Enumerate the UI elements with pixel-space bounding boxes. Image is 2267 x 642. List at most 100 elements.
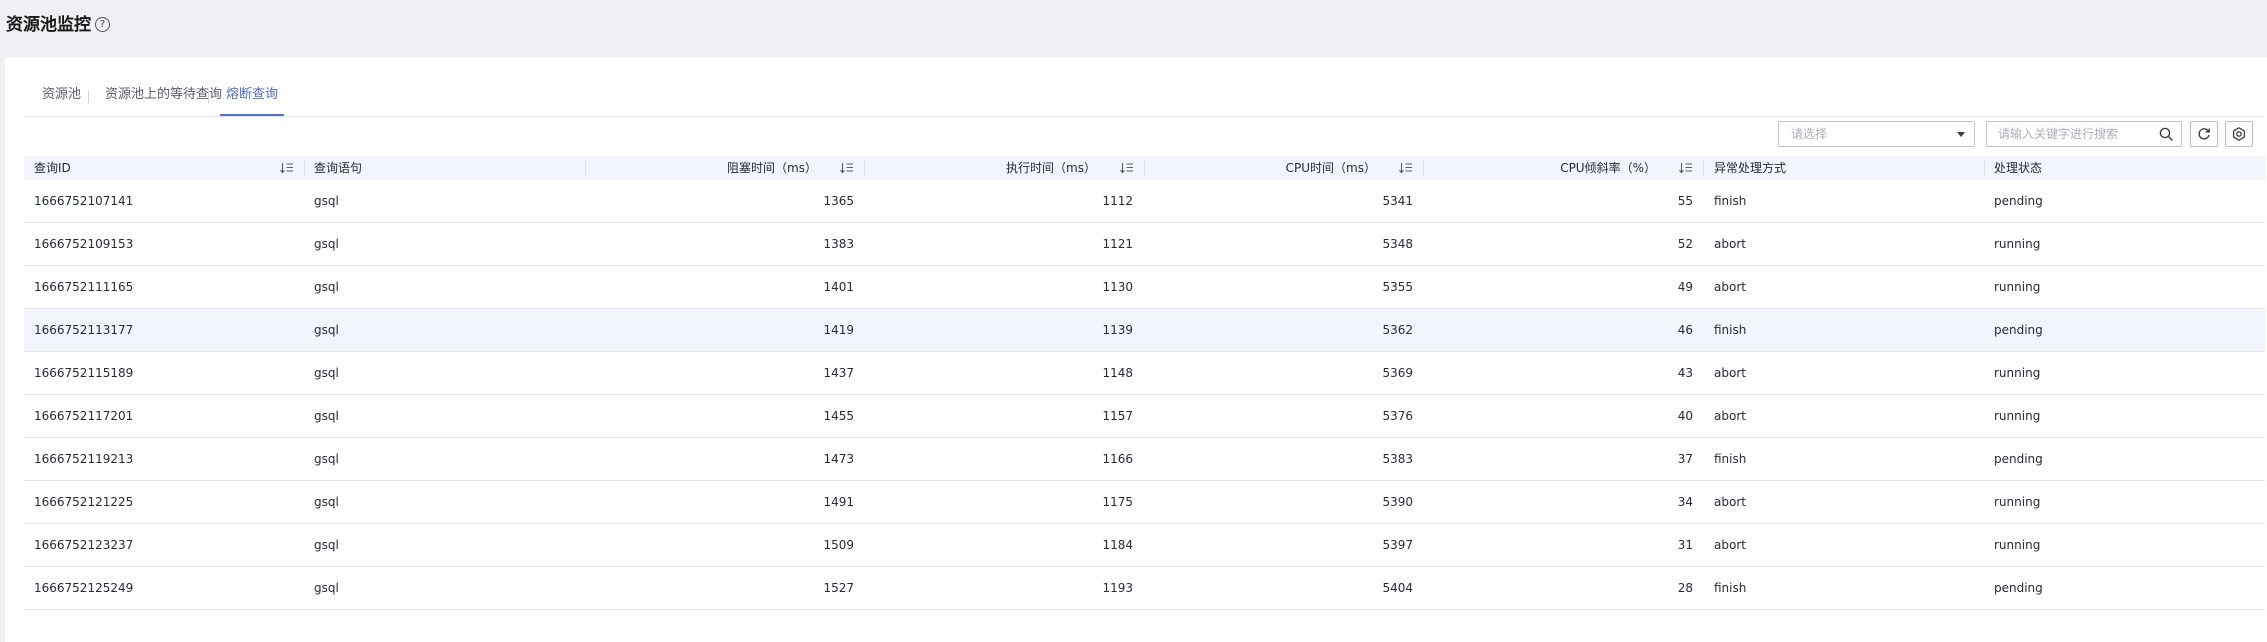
cell-cpu-skew: 37 xyxy=(1677,452,1693,466)
col-header-status: 处理状态 xyxy=(1994,161,2043,175)
cell-block-time: 1455 xyxy=(823,409,854,423)
cell-block-time: 1419 xyxy=(823,323,854,337)
cell-cpu-skew: 46 xyxy=(1677,323,1693,337)
tab-circuit-breaker-queries[interactable]: 熔断查询 xyxy=(219,84,285,116)
cell-query-statement: gsql xyxy=(314,581,339,595)
filter-select[interactable]: 请选择 xyxy=(1778,121,1975,147)
table-row[interactable]: 1666752123237 gsql 1509 1184 5397 31 abort runn… xyxy=(24,524,2265,567)
table-row[interactable]: 1666752109153 gsql 1383 1121 5348 52 abort runn… xyxy=(24,223,2265,266)
column-divider xyxy=(1703,160,1704,176)
sort-icon[interactable] xyxy=(1120,162,1134,174)
cell-status: running xyxy=(1994,409,2041,423)
cell-exec-time: 1139 xyxy=(1102,323,1133,337)
cell-cpu-time: 5355 xyxy=(1382,280,1413,294)
cell-exec-time: 1112 xyxy=(1102,194,1133,208)
cell-block-time: 1509 xyxy=(823,538,854,552)
cell-query-statement: gsql xyxy=(314,409,339,423)
table-row[interactable]: 1666752107141 gsql 1365 1112 5341 55 finish pen… xyxy=(24,180,2265,223)
column-divider xyxy=(864,160,865,176)
cell-cpu-skew: 55 xyxy=(1677,194,1693,208)
cell-query-id: 1666752109153 xyxy=(34,237,134,251)
cell-query-statement: gsql xyxy=(314,538,339,552)
sort-icon[interactable] xyxy=(1679,162,1693,174)
cell-exception-handling: abort xyxy=(1714,280,1746,294)
cell-status: pending xyxy=(1994,452,2043,466)
cell-exec-time: 1193 xyxy=(1102,581,1133,595)
content-card: 资源池 资源池上的等待查询 熔断查询 请选择 查询ID 查询 xyxy=(5,57,2267,642)
cell-cpu-time: 5390 xyxy=(1382,495,1413,509)
tab-resource-pool[interactable]: 资源池 xyxy=(42,84,81,114)
table-row[interactable]: 1666752117201 gsql 1455 1157 5376 40 abort runn… xyxy=(24,395,2265,438)
help-icon[interactable]: ? xyxy=(95,17,110,32)
cell-block-time: 1437 xyxy=(823,366,854,380)
col-header-exec-time: 执行时间（ms） xyxy=(1006,161,1096,175)
table-row[interactable]: 1666752111165 gsql 1401 1130 5355 49 abort runn… xyxy=(24,266,2265,309)
page-header: 资源池监控 ? xyxy=(0,0,2267,57)
cell-cpu-skew: 31 xyxy=(1677,538,1693,552)
cell-query-id: 1666752117201 xyxy=(34,409,134,423)
cell-query-id: 1666752107141 xyxy=(34,194,134,208)
tab-bar: 资源池 资源池上的等待查询 熔断查询 xyxy=(24,84,2264,117)
tab-divider xyxy=(88,90,89,103)
cell-exception-handling: finish xyxy=(1714,452,1747,466)
cell-query-id: 1666752123237 xyxy=(34,538,134,552)
cell-query-id: 1666752121225 xyxy=(34,495,134,509)
cell-status: running xyxy=(1994,495,2041,509)
cell-query-statement: gsql xyxy=(314,323,339,337)
cell-query-statement: gsql xyxy=(314,366,339,380)
cell-block-time: 1365 xyxy=(823,194,854,208)
table-row[interactable]: 1666752113177 gsql 1419 1139 5362 46 finish pen… xyxy=(24,309,2265,352)
cell-cpu-skew: 40 xyxy=(1677,409,1693,423)
refresh-button[interactable] xyxy=(2190,121,2218,147)
settings-button[interactable] xyxy=(2225,121,2253,147)
cell-block-time: 1527 xyxy=(823,581,854,595)
cell-exec-time: 1166 xyxy=(1102,452,1133,466)
cell-status: pending xyxy=(1994,581,2043,595)
cell-exec-time: 1148 xyxy=(1102,366,1133,380)
sort-icon[interactable] xyxy=(840,162,854,174)
cell-exec-time: 1157 xyxy=(1102,409,1133,423)
cell-exec-time: 1130 xyxy=(1102,280,1133,294)
cell-block-time: 1491 xyxy=(823,495,854,509)
column-divider xyxy=(1423,160,1424,176)
cell-query-id: 1666752115189 xyxy=(34,366,134,380)
col-header-block-time: 阻塞时间（ms） xyxy=(727,161,817,175)
cell-status: running xyxy=(1994,538,2041,552)
cell-cpu-time: 5348 xyxy=(1382,237,1413,251)
cell-query-statement: gsql xyxy=(314,495,339,509)
table-row[interactable]: 1666752119213 gsql 1473 1166 5383 37 finish pen… xyxy=(24,438,2265,481)
refresh-icon xyxy=(2198,128,2210,140)
cell-status: running xyxy=(1994,280,2041,294)
tab-waiting-queries[interactable]: 资源池上的等待查询 xyxy=(105,84,222,114)
cell-query-statement: gsql xyxy=(314,237,339,251)
cell-cpu-skew: 52 xyxy=(1677,237,1693,251)
cell-block-time: 1401 xyxy=(823,280,854,294)
search-icon[interactable] xyxy=(2159,127,2173,141)
cell-cpu-skew: 34 xyxy=(1677,495,1693,509)
cell-exception-handling: abort xyxy=(1714,495,1746,509)
table-row[interactable]: 1666752125249 gsql 1527 1193 5404 28 finish pen… xyxy=(24,567,2265,610)
page-title: 资源池监控 xyxy=(6,15,91,35)
table-header: 查询ID 查询语句 阻塞时间（ms） 执行时间（ms） CPU时间（ms） CP… xyxy=(24,156,2265,180)
sort-icon[interactable] xyxy=(280,162,294,174)
cell-cpu-skew: 49 xyxy=(1677,280,1693,294)
table-row[interactable]: 1666752121225 gsql 1491 1175 5390 34 abort runn… xyxy=(24,481,2265,524)
cell-query-id: 1666752111165 xyxy=(34,280,134,294)
table-row[interactable]: 1666752115189 gsql 1437 1148 5369 43 abort runn… xyxy=(24,352,2265,395)
col-header-exception-handling: 异常处理方式 xyxy=(1714,161,1787,175)
cell-exception-handling: abort xyxy=(1714,366,1746,380)
column-divider xyxy=(304,160,305,176)
column-divider xyxy=(585,160,586,176)
cell-exec-time: 1175 xyxy=(1102,495,1133,509)
col-header-query-statement: 查询语句 xyxy=(314,161,363,175)
cell-status: running xyxy=(1994,237,2041,251)
cell-query-statement: gsql xyxy=(314,280,339,294)
search-input[interactable] xyxy=(1987,122,2158,146)
tab-divider xyxy=(208,90,209,103)
cell-exec-time: 1121 xyxy=(1102,237,1133,251)
sort-icon[interactable] xyxy=(1399,162,1413,174)
cell-block-time: 1383 xyxy=(823,237,854,251)
cell-cpu-time: 5369 xyxy=(1382,366,1413,380)
cell-exception-handling: finish xyxy=(1714,194,1747,208)
cell-exception-handling: finish xyxy=(1714,323,1747,337)
